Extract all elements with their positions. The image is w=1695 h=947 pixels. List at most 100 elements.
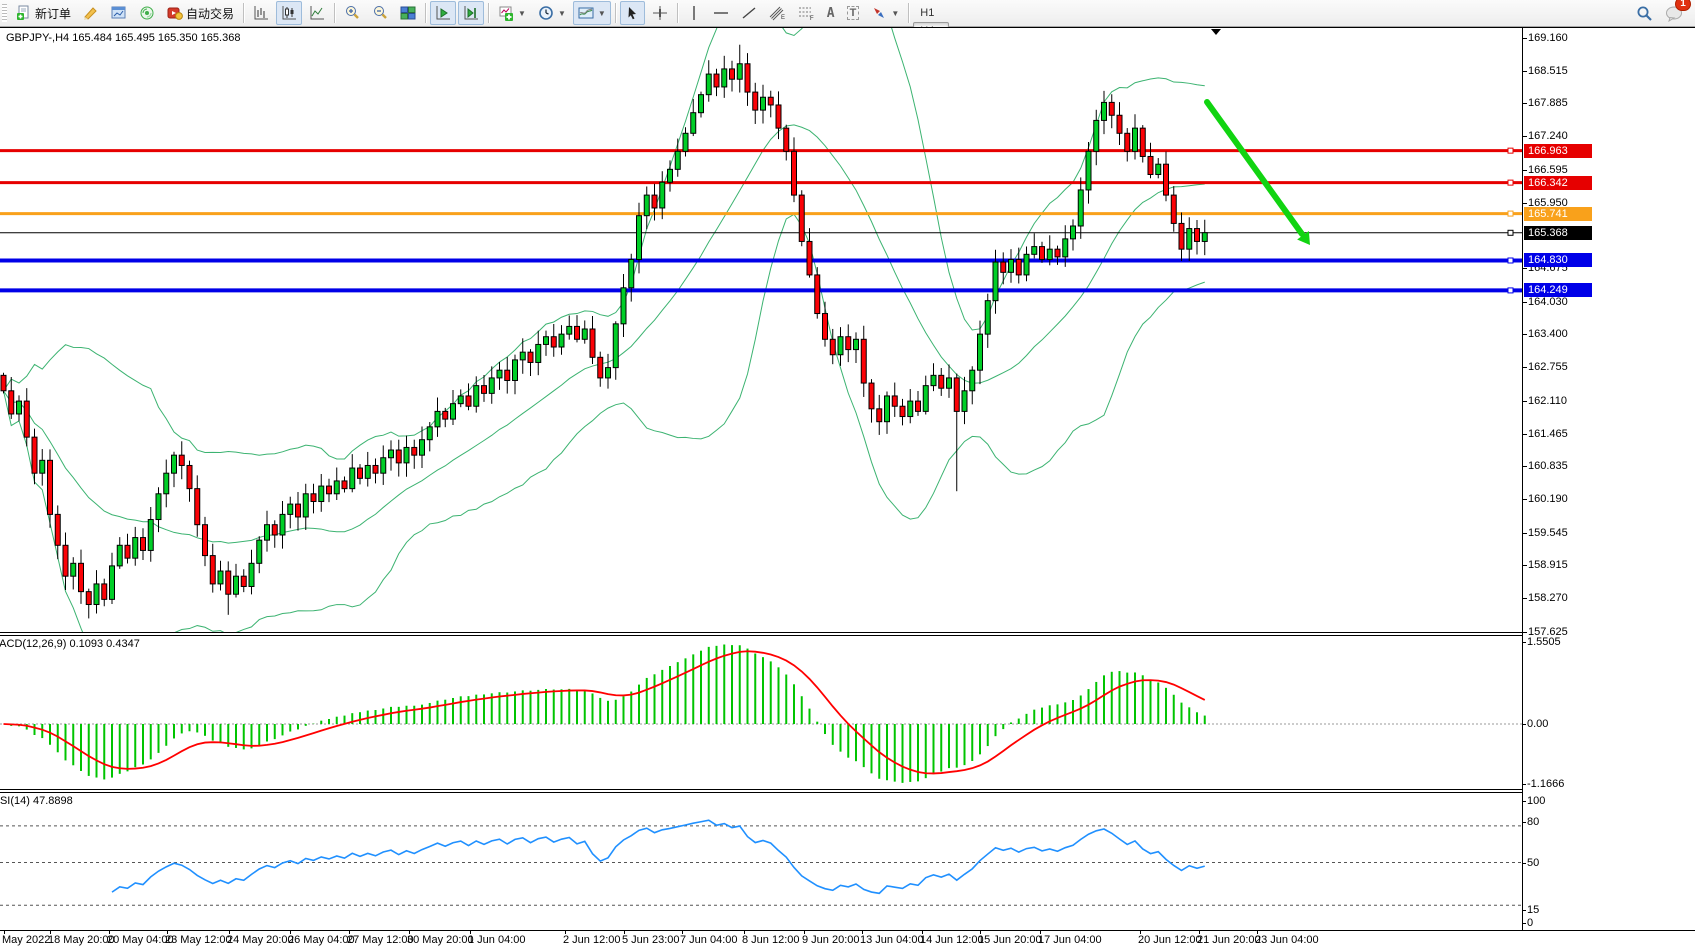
time-axis-label[interactable]: 17 Jun 04:00 <box>1038 934 1102 946</box>
chart-window-icon <box>111 5 127 21</box>
auto-trading-icon <box>167 5 183 21</box>
chevron-down-icon: ▼ <box>891 9 899 18</box>
auto-scroll-button[interactable] <box>430 1 456 25</box>
new-order-label: 新订单 <box>35 5 71 22</box>
price-tick <box>1522 170 1527 171</box>
chart-shift-button[interactable] <box>458 1 484 25</box>
macd-panel[interactable] <box>0 635 1695 790</box>
time-axis-label[interactable]: 23 Jun 04:00 <box>1255 934 1319 946</box>
time-axis-label[interactable]: 18 May 20:00 <box>48 934 115 946</box>
time-axis-label[interactable]: 1 Jun 04:00 <box>468 934 526 946</box>
timeframe-button-H1[interactable]: H1 <box>913 4 948 22</box>
time-axis-label[interactable]: 21 Jun 20:00 <box>1197 934 1261 946</box>
candle <box>799 190 804 246</box>
periods-button[interactable]: ▼ <box>533 1 571 25</box>
time-axis-label[interactable]: 26 May 04:00 <box>288 934 355 946</box>
price-axis-label: 169.160 <box>1528 32 1568 44</box>
main-macd-separator2 <box>0 635 1522 636</box>
time-axis-label[interactable]: 20 Jun 12:00 <box>1138 934 1202 946</box>
add-indicator-icon <box>498 5 514 21</box>
time-axis-label[interactable]: 24 May 20:00 <box>227 934 294 946</box>
channel-button[interactable]: E <box>764 1 791 25</box>
main-macd-separator <box>0 632 1522 633</box>
price-tick <box>1522 632 1527 633</box>
main-price-chart[interactable] <box>0 27 1695 632</box>
macd-rsi-separator2 <box>0 792 1522 793</box>
candle <box>1140 125 1145 162</box>
crayon-button[interactable] <box>78 1 104 25</box>
price-badge-166.342: 166.342 <box>1524 176 1592 190</box>
crosshair-button[interactable] <box>647 1 673 25</box>
add-indicator-button[interactable]: ▼ <box>493 1 531 25</box>
rsi-panel[interactable] <box>0 792 1695 931</box>
time-axis-label[interactable]: 20 May 04:00 <box>107 934 174 946</box>
rsi-axis-label: 15 <box>1527 904 1539 916</box>
tile-windows-button[interactable] <box>395 1 421 25</box>
search-icon <box>1636 5 1653 22</box>
chart-window-button[interactable] <box>106 1 132 25</box>
cursor-button[interactable] <box>620 1 645 25</box>
vertical-line-button[interactable] <box>682 1 706 25</box>
auto-trading-label: 自动交易 <box>186 5 234 22</box>
rsi-axis-label: 50 <box>1527 857 1539 869</box>
auto-trading-button[interactable]: 自动交易 <box>162 1 239 25</box>
toolbar-separator <box>615 3 616 23</box>
time-axis-label[interactable]: 23 May 12:00 <box>165 934 232 946</box>
notifications-button[interactable]: 1 <box>1660 1 1688 25</box>
clock-icon <box>538 5 554 21</box>
time-axis-label[interactable]: 15 Jun 20:00 <box>978 934 1042 946</box>
price-tick <box>1522 334 1527 335</box>
time-axis-label[interactable]: 7 Jun 04:00 <box>680 934 738 946</box>
cursor-icon <box>625 6 640 21</box>
price-tick <box>1522 268 1527 269</box>
price-axis-line <box>1522 27 1523 931</box>
templates-button[interactable]: ▼ <box>573 1 611 25</box>
time-axis-label[interactable]: 5 Jun 23:00 <box>622 934 680 946</box>
svg-text:E: E <box>781 15 785 21</box>
line-chart-button[interactable] <box>304 1 330 25</box>
bar-chart-button[interactable] <box>248 1 274 25</box>
price-axis-label: 160.835 <box>1528 460 1568 472</box>
signal-button[interactable] <box>134 1 160 25</box>
arrows-tool-button[interactable]: ▼ <box>866 1 904 25</box>
toolbar-separator <box>488 3 489 23</box>
search-button[interactable] <box>1631 1 1658 25</box>
toolbar-grip[interactable] <box>2 4 7 22</box>
chevron-down-icon: ▼ <box>598 9 606 18</box>
notification-count-badge: 1 <box>1675 0 1691 11</box>
zoom-out-button[interactable] <box>367 1 393 25</box>
candlestick-chart-button[interactable] <box>276 1 302 25</box>
price-axis-label: 166.595 <box>1528 164 1568 176</box>
macd-axis-label: 0.00 <box>1527 718 1548 730</box>
toolbar-separator <box>334 3 335 23</box>
horizontal-line-button[interactable] <box>708 1 734 25</box>
trendline-button[interactable] <box>736 1 762 25</box>
time-axis-label[interactable]: 8 Jun 12:00 <box>742 934 800 946</box>
price-axis-label: 161.465 <box>1528 428 1568 440</box>
label-tool-button[interactable]: T <box>842 1 865 25</box>
price-badge-165.368: 165.368 <box>1524 226 1592 240</box>
zoom-in-button[interactable] <box>339 1 365 25</box>
time-axis-label[interactable]: 2 Jun 12:00 <box>563 934 621 946</box>
time-axis-label[interactable]: 14 Jun 12:00 <box>920 934 984 946</box>
time-axis-label[interactable]: 9 Jun 20:00 <box>802 934 860 946</box>
time-axis-label[interactable]: 27 May 12:00 <box>347 934 414 946</box>
time-axis-label[interactable]: 30 May 20:00 <box>407 934 474 946</box>
price-badge-164.249: 164.249 <box>1524 283 1592 297</box>
time-axis-label[interactable]: May 2022 <box>2 934 50 946</box>
chart-area[interactable] <box>0 27 1695 947</box>
macd-tick <box>1522 724 1526 725</box>
price-badge-164.830: 164.830 <box>1524 253 1592 267</box>
rsi-tick <box>1522 801 1526 802</box>
auto-scroll-icon <box>435 5 451 21</box>
time-axis-label[interactable]: 13 Jun 04:00 <box>860 934 924 946</box>
price-badge-166.963: 166.963 <box>1524 144 1592 158</box>
fibonacci-button[interactable]: F <box>793 1 820 25</box>
trendline-icon <box>741 5 757 21</box>
chart-title: GBPJPY-,H4 165.484 165.495 165.350 165.3… <box>6 32 240 44</box>
price-axis-label: 158.915 <box>1528 559 1568 571</box>
rsi-tick <box>1522 910 1526 911</box>
text-tool-icon: A <box>827 7 835 20</box>
text-tool-button[interactable]: A <box>822 1 840 25</box>
new-order-button[interactable]: 新订单 <box>11 1 76 25</box>
